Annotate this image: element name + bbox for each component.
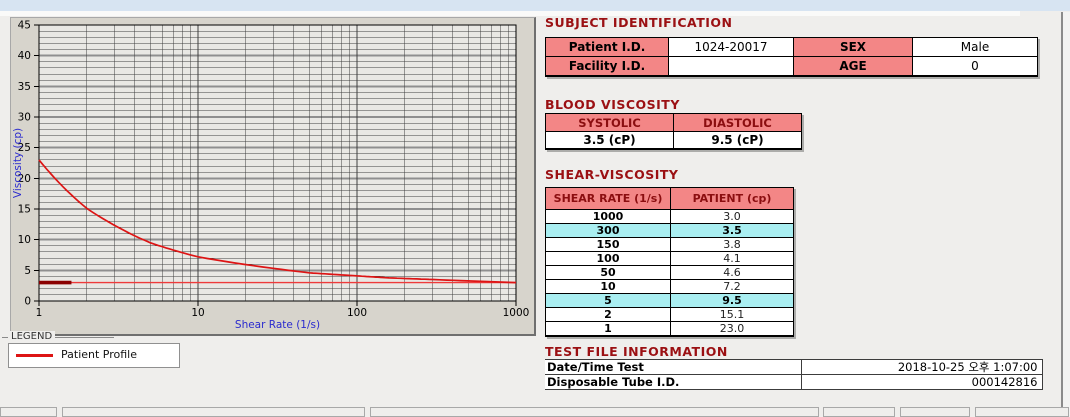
svg-text:40: 40: [18, 50, 31, 62]
field-value-cell: 000142816: [801, 375, 1042, 390]
field-value-cell: Male: [913, 38, 1038, 57]
patient-viscosity-cell: 4.6: [671, 266, 794, 280]
svg-text:45: 45: [18, 20, 31, 32]
svg-text:5: 5: [24, 265, 31, 277]
table-row: Disposable Tube I.D.000142816: [545, 375, 1042, 390]
value-cell: 3.5 (cP): [546, 132, 674, 150]
test-file-information-table: Date/Time Test2018-10-25 오후 1:07:00Dispo…: [545, 359, 1043, 390]
patient-viscosity-cell: 7.2: [671, 280, 794, 294]
table-row: Date/Time Test2018-10-25 오후 1:07:00: [545, 360, 1042, 375]
subject-identification-table: Patient I.D.1024-20017SEXMaleFacility I.…: [545, 37, 1038, 77]
legend-caption: LEGEND: [8, 331, 55, 342]
status-bar-panel: [975, 407, 1069, 417]
status-bar-panel: [823, 407, 895, 417]
table-row: Patient I.D.1024-20017SEXMale: [546, 38, 1038, 57]
table-row: 10003.0: [546, 210, 794, 224]
table-row: 3003.5: [546, 224, 794, 238]
shear-rate-cell: 50: [546, 266, 671, 280]
svg-text:1000: 1000: [503, 307, 530, 319]
svg-text:35: 35: [18, 81, 31, 93]
table-row: 504.6: [546, 266, 794, 280]
patient-viscosity-cell: 3.5: [671, 224, 794, 238]
window-edge-divider: [1061, 12, 1063, 415]
chart-panel: 0510152025303540451101001000Shear Rate (…: [10, 17, 536, 336]
field-value-cell: [669, 57, 794, 77]
table-row: 1503.8: [546, 238, 794, 252]
svg-text:10: 10: [18, 234, 31, 246]
window-top-band: [0, 0, 1070, 11]
field-label-cell: Patient I.D.: [546, 38, 669, 57]
table-row: 59.5: [546, 294, 794, 308]
column-header-cell: SYSTOLIC: [546, 114, 674, 132]
patient-viscosity-cell: 3.0: [671, 210, 794, 224]
shear-viscosity-title: SHEAR-VISCOSITY: [545, 167, 678, 182]
table-row: 1004.1: [546, 252, 794, 266]
svg-text:10: 10: [191, 307, 204, 319]
patient-viscosity-cell: 4.1: [671, 252, 794, 266]
shear-rate-cell: 5: [546, 294, 671, 308]
field-value-cell: 2018-10-25 오후 1:07:00: [801, 360, 1042, 375]
status-bar-panel: [62, 407, 365, 417]
y-axis-title: Viscosity (cp): [12, 128, 24, 198]
svg-text:0: 0: [24, 296, 31, 308]
status-bar-panel: [0, 407, 57, 417]
shear-viscosity-table: SHEAR RATE (1/s)PATIENT (cp)10003.03003.…: [545, 187, 794, 337]
shear-rate-cell: 2: [546, 308, 671, 322]
field-label-cell: SEX: [794, 38, 913, 57]
patient-viscosity-cell: 23.0: [671, 322, 794, 337]
field-label-cell: AGE: [794, 57, 913, 77]
svg-text:100: 100: [347, 307, 367, 319]
shear-rate-cell: 10: [546, 280, 671, 294]
field-label-cell: Disposable Tube I.D.: [545, 375, 801, 390]
table-row: 107.2: [546, 280, 794, 294]
shear-rate-cell: 150: [546, 238, 671, 252]
table-row: 215.1: [546, 308, 794, 322]
test-file-information-title: TEST FILE INFORMATION: [545, 344, 728, 359]
svg-text:1: 1: [36, 307, 43, 319]
field-label-cell: Facility I.D.: [546, 57, 669, 77]
viscosity-chart: 0510152025303540451101001000Shear Rate (…: [11, 18, 534, 334]
window-top-strip: [0, 11, 1020, 16]
shear-rate-cell: 1000: [546, 210, 671, 224]
shear-rate-cell: 1: [546, 322, 671, 337]
chart-legend: Patient Profile: [8, 343, 180, 368]
blood-viscosity-title: BLOOD VISCOSITY: [545, 97, 680, 112]
column-header-cell: SHEAR RATE (1/s): [546, 188, 671, 210]
shear-rate-cell: 300: [546, 224, 671, 238]
field-value-cell: 1024-20017: [669, 38, 794, 57]
patient-viscosity-cell: 15.1: [671, 308, 794, 322]
x-axis-title: Shear Rate (1/s): [235, 319, 320, 331]
patient-viscosity-cell: 9.5: [671, 294, 794, 308]
column-header-cell: DIASTOLIC: [674, 114, 802, 132]
value-cell: 9.5 (cP): [674, 132, 802, 150]
legend-line-sample: [16, 354, 53, 357]
blood-viscosity-table: SYSTOLICDIASTOLIC3.5 (cP)9.5 (cP): [545, 113, 802, 150]
svg-text:15: 15: [18, 204, 31, 216]
window-right-margin: [1063, 12, 1070, 415]
field-value-cell: 0: [913, 57, 1038, 77]
legend-entry-label: Patient Profile: [61, 348, 137, 361]
table-row: Facility I.D. AGE0: [546, 57, 1038, 77]
patient-viscosity-cell: 3.8: [671, 238, 794, 252]
table-header-row: SYSTOLICDIASTOLIC: [546, 114, 802, 132]
field-label-cell: Date/Time Test: [545, 360, 801, 375]
table-header-row: SHEAR RATE (1/s)PATIENT (cp): [546, 188, 794, 210]
status-bar-panel: [370, 407, 819, 417]
status-bar-panel: [900, 407, 970, 417]
svg-text:30: 30: [18, 112, 31, 124]
subject-identification-title: SUBJECT IDENTIFICATION: [545, 15, 732, 30]
table-row: 3.5 (cP)9.5 (cP): [546, 132, 802, 150]
shear-rate-cell: 100: [546, 252, 671, 266]
column-header-cell: PATIENT (cp): [671, 188, 794, 210]
table-row: 123.0: [546, 322, 794, 337]
